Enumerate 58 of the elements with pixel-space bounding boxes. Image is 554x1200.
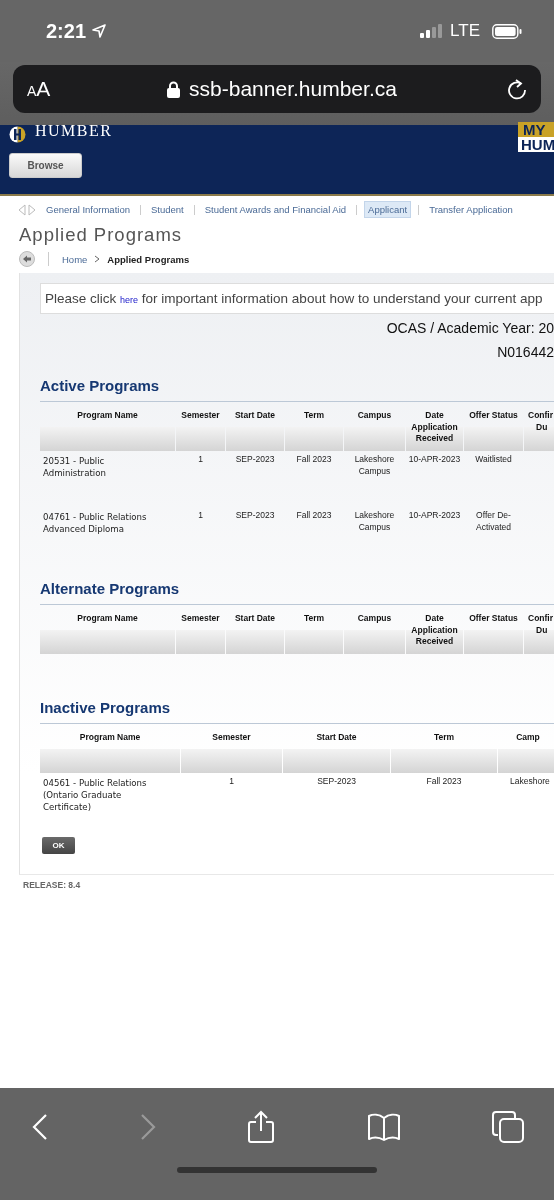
table-cell-text: Lakeshore Campus bbox=[353, 509, 396, 534]
share-icon[interactable] bbox=[247, 1110, 275, 1144]
column-header: Confir Du bbox=[524, 611, 554, 654]
tabs-icon[interactable] bbox=[492, 1111, 524, 1143]
breadcrumb-current: Applied Programs bbox=[107, 253, 190, 265]
section-heading: Inactive Programs bbox=[40, 699, 172, 716]
nav-tab[interactable]: Student Awards and Financial Aid bbox=[201, 202, 350, 217]
table-cell-text: Fall 2023 bbox=[295, 509, 333, 522]
battery-icon bbox=[492, 23, 522, 39]
clock: 2:21 bbox=[46, 19, 87, 43]
table-cell-text: 20531 - Public Administration bbox=[42, 455, 107, 480]
book-icon[interactable] bbox=[366, 1113, 401, 1141]
back-circle-icon[interactable] bbox=[19, 251, 35, 267]
ok-button[interactable]: OK bbox=[42, 837, 75, 854]
student-id: N016442 bbox=[496, 344, 554, 360]
column-header: Confir Du bbox=[524, 408, 554, 451]
breadcrumb-link[interactable]: Home bbox=[62, 253, 88, 265]
table-cell-text: Lakeshore bbox=[509, 775, 551, 788]
table-cell-text: 1 bbox=[197, 453, 204, 466]
nav-tab[interactable]: Applicant bbox=[364, 201, 412, 218]
table-cell-text: Waitlisted bbox=[474, 453, 513, 466]
table-cell-text: Lakeshore Campus bbox=[353, 453, 396, 478]
table-cell-text: 10-APR-2023 bbox=[407, 453, 462, 466]
nav-tab[interactable]: Student bbox=[147, 202, 187, 217]
table-cell-text: 04561 - Public Relations (Ontario Graduate Certificate) bbox=[42, 777, 148, 814]
lock-icon bbox=[167, 80, 181, 98]
table-cell-text: 1 bbox=[228, 775, 235, 788]
browse-button[interactable]: Browse bbox=[9, 153, 82, 178]
reader-button[interactable]: AA bbox=[27, 77, 67, 101]
info-message: Please click here for important information about how to understand your current app bbox=[40, 283, 554, 314]
table-cell-text: SEP-2023 bbox=[234, 509, 276, 522]
nav-tab[interactable]: General Information bbox=[43, 202, 133, 217]
address-bar[interactable]: AA ssb-banner.humber.ca bbox=[13, 65, 541, 113]
section-heading: Alternate Programs bbox=[40, 580, 181, 597]
chevron-icon bbox=[94, 255, 101, 263]
academic-year: OCAS / Academic Year: 20 bbox=[385, 320, 554, 336]
table-cell-text: Fall 2023 bbox=[425, 775, 463, 788]
table-cell-text: Offer De-Activated bbox=[475, 509, 512, 534]
release-label: RELEASE: 8.4 bbox=[22, 879, 82, 890]
column-header: Offer Status bbox=[464, 611, 523, 654]
network-label: LTE bbox=[450, 21, 480, 41]
signal-icon bbox=[420, 24, 443, 38]
section-heading: Active Programs bbox=[40, 377, 161, 394]
table-cell-text: 04761 - Public Relations Advanced Diploma bbox=[42, 511, 148, 536]
table-cell-text: SEP-2023 bbox=[316, 775, 357, 788]
nav-tab[interactable]: Transfer Application bbox=[426, 202, 516, 217]
table-cell-text: 10-APR-2023 bbox=[407, 509, 462, 522]
page-title: Applied Programs bbox=[18, 223, 184, 246]
info-link[interactable]: here bbox=[120, 295, 139, 305]
table-cell-text: SEP-2023 bbox=[234, 453, 276, 466]
column-header: Offer Status bbox=[464, 408, 523, 451]
back-icon[interactable] bbox=[32, 1114, 48, 1140]
table-cell-text: 1 bbox=[197, 509, 204, 522]
reload-icon[interactable] bbox=[507, 78, 527, 100]
brand-name: HUMBER bbox=[35, 122, 113, 140]
url-text: ssb-banner.humber.ca bbox=[189, 77, 397, 101]
location-arrow-icon bbox=[92, 24, 107, 38]
table-cell-text: Fall 2023 bbox=[295, 453, 333, 466]
